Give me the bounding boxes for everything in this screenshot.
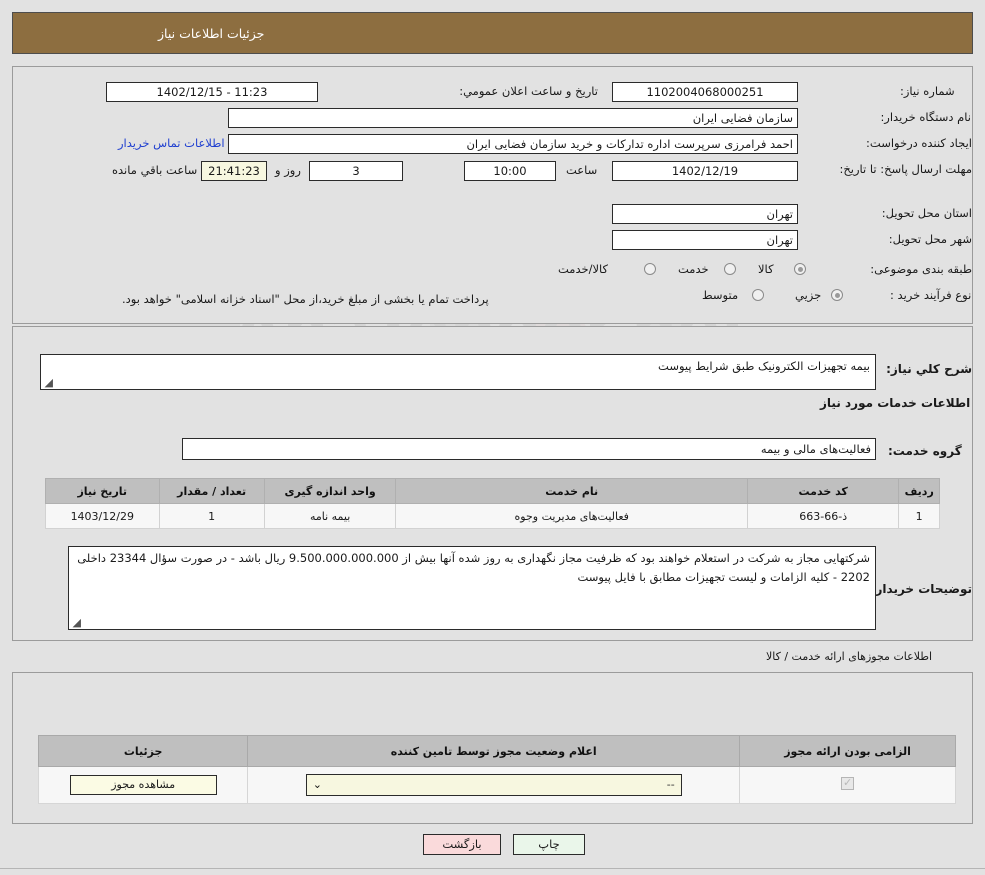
label-purchase-medium: متوسط (702, 288, 739, 302)
th-service-code: کد خدمت (747, 478, 900, 504)
footer-divider (0, 868, 985, 869)
request-creator-field: احمد فرامرزی سرپرست اداره تدارکات و خرید… (228, 134, 798, 154)
chevron-down-icon: ⌄ (312, 778, 322, 791)
permit-status-value: -- (666, 778, 675, 791)
label-purchase-minor: جزیي (795, 288, 822, 302)
label-classification-goods: کالا (758, 262, 774, 276)
th-unit: واحد اندازه گیری (263, 478, 397, 504)
buyer-notes-textarea[interactable]: شرکتهایی مجاز به شرکت در استعلام خواهند … (68, 546, 876, 630)
radio-purchase-medium[interactable] (752, 289, 764, 301)
cell-permit-details: مشاهده مجوز (37, 766, 249, 804)
print-button[interactable]: چاپ (513, 834, 585, 855)
deadline-hour-field: 10:00 (464, 161, 556, 181)
label-public-announce: تاریخ و ساعت اعلان عمومي: (459, 84, 598, 98)
back-button[interactable]: بازگشت (423, 834, 501, 855)
page-title: جزئیات اطلاعات نیاز (158, 25, 265, 41)
radio-classification-goods-service[interactable] (644, 263, 656, 275)
city-field: تهران (612, 230, 798, 250)
time-left-field: 21:41:23 (201, 161, 267, 181)
label-city: شهر محل تحویل: (888, 232, 972, 246)
service-group-field: فعالیت‌های مالی و بیمه (182, 438, 876, 460)
general-desc-value: بیمه تجهیزات الکترونیک طبق شرایط پیوست (658, 359, 870, 373)
label-classification-service: خدمت (678, 262, 709, 276)
th-permit-status: اعلام وضعیت مجوز توسط تامین کننده (247, 735, 741, 767)
permits-row: ⌄ -- مشاهده مجوز (37, 766, 956, 804)
permits-header-row: الزامی بودن ارائه مجوز اعلام وضعیت مجوز … (37, 735, 956, 767)
label-classification: طبقه بندی موضوعی: (870, 262, 972, 276)
th-need-date: تاریخ نیاز (45, 478, 160, 504)
need-number-field: 1102004068000251 (612, 82, 798, 102)
label-service-group: گروه خدمت: (888, 444, 962, 458)
cell-permit-status: ⌄ -- (247, 766, 741, 804)
cell-permit-required (739, 766, 956, 804)
label-purchase-type: نوع فرآیند خرید : (890, 288, 972, 302)
cell-row-index: 1 (898, 503, 940, 529)
cell-quantity: 1 (158, 503, 265, 529)
general-desc-textarea[interactable]: بیمه تجهیزات الکترونیک طبق شرایط پیوست ◢ (40, 354, 876, 390)
label-need-number: شماره نیاز: (900, 84, 955, 98)
th-service-name: نام خدمت (395, 478, 749, 504)
label-buyer-org: نام دستگاه خریدار: (880, 110, 971, 124)
buyer-contact-link[interactable]: اطلاعات تماس خریدار (118, 136, 225, 150)
th-row-index: ردیف (898, 478, 940, 504)
label-services-info: اطلاعات خدمات مورد نیاز (820, 396, 971, 410)
cell-service-code: ذ-66-663 (747, 503, 900, 529)
label-buyer-notes: توضیحات خریدار: (870, 582, 972, 596)
label-hour: ساعت (566, 163, 598, 177)
resize-grip-icon-notes[interactable]: ◢ (71, 617, 81, 628)
radio-purchase-minor[interactable] (831, 289, 843, 301)
th-permit-details: جزئیات (37, 735, 249, 767)
need-summary-panel (12, 66, 973, 324)
table-row: 1 ذ-66-663 فعالیت‌های مدیریت وجوه بیمه ن… (45, 503, 940, 529)
window-title-bar: جزئیات اطلاعات نیاز (12, 12, 973, 54)
permit-status-select[interactable]: ⌄ -- (305, 774, 682, 796)
th-permit-required: الزامی بودن ارائه مجوز (739, 735, 956, 767)
view-permit-button[interactable]: مشاهده مجوز (69, 775, 217, 795)
label-request-creator: ایجاد کننده درخواست: (866, 136, 972, 150)
label-time-left: ساعت باقي مانده (112, 163, 198, 177)
permit-required-checkbox[interactable] (841, 776, 855, 790)
buyer-notes-value: شرکتهایی مجاز به شرکت در استعلام خواهند … (77, 551, 870, 584)
resize-grip-icon[interactable]: ◢ (43, 377, 53, 388)
label-province: استان محل تحویل: (881, 206, 972, 220)
page-root: AnaTender.net جزئیات اطلاعات نیاز شماره … (0, 0, 985, 875)
permits-section-title: اطلاعات مجوزهای ارائه خدمت / کالا (766, 650, 933, 663)
public-announce-field: 11:23 - 1402/12/15 (106, 82, 318, 102)
label-general-desc: شرح کلي نیاز: (886, 362, 972, 376)
cell-unit: بیمه نامه (263, 503, 397, 529)
purchase-note: پرداخت تمام یا بخشی از مبلغ خرید،از محل … (122, 292, 489, 306)
label-classification-goods-service: کالا/خدمت (558, 262, 609, 276)
th-quantity: تعداد / مقدار (158, 478, 265, 504)
table-header-row: ردیف کد خدمت نام خدمت واحد اندازه گیری ت… (45, 478, 940, 504)
deadline-date-field: 1402/12/19 (612, 161, 798, 181)
days-left-field: 3 (309, 161, 403, 181)
cell-need-date: 1403/12/29 (45, 503, 160, 529)
radio-classification-goods[interactable] (794, 263, 806, 275)
cell-service-name: فعالیت‌های مدیریت وجوه (395, 503, 749, 529)
label-day-and: روز و (275, 163, 301, 177)
province-field: تهران (612, 204, 798, 224)
services-table: ردیف کد خدمت نام خدمت واحد اندازه گیری ت… (45, 478, 940, 529)
permits-table: الزامی بودن ارائه مجوز اعلام وضعیت مجوز … (37, 735, 956, 804)
radio-classification-service[interactable] (724, 263, 736, 275)
label-deadline: مهلت ارسال پاسخ: تا تاریخ: (839, 162, 972, 176)
buyer-org-field: سازمان فضایی ایران (228, 108, 798, 128)
